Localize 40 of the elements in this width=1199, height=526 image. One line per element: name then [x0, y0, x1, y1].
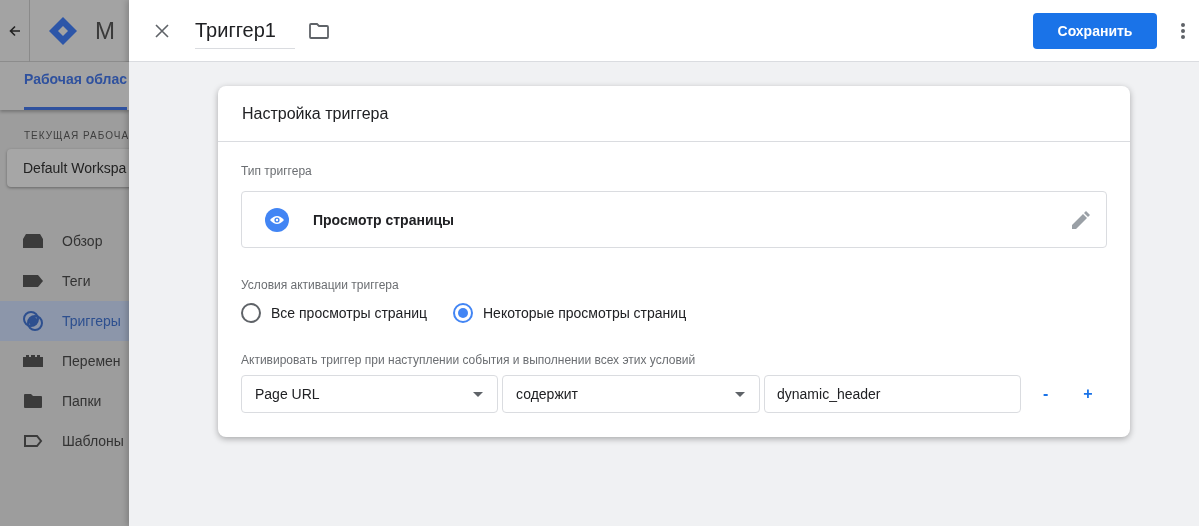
- edit-pencil-icon[interactable]: [1072, 210, 1090, 229]
- field-label: Тип триггера: [241, 164, 313, 178]
- nav-item[interactable]: Папки: [0, 381, 129, 421]
- field-label: Активировать триггер при наступлении события и выполнении всех этих условий: [241, 353, 697, 367]
- variable-icon: [23, 355, 43, 367]
- remove-condition-button[interactable]: -: [1039, 385, 1053, 403]
- nav-item[interactable]: Обзор: [0, 221, 129, 261]
- overview-icon: [23, 234, 43, 248]
- template-icon: [23, 435, 43, 447]
- tag-icon: [23, 275, 43, 287]
- workspace-selector[interactable]: Default Workspa: [7, 149, 129, 187]
- folder-icon[interactable]: [309, 22, 329, 39]
- operator-dropdown[interactable]: содержит: [502, 375, 760, 413]
- back-arrow-icon[interactable]: [8, 24, 21, 37]
- value-input-field[interactable]: dynamic_header: [764, 375, 1021, 413]
- section-label: ТЕКУЩАЯ РАБОЧА: [23, 129, 129, 141]
- radio-button[interactable]: [453, 303, 473, 323]
- add-condition-button[interactable]: +: [1079, 385, 1097, 403]
- trigger-icon: [23, 311, 43, 331]
- radio-button[interactable]: [241, 303, 261, 323]
- trigger-type-selector[interactable]: Просмотр страницы: [241, 191, 1107, 248]
- dropdown-caret-icon: [473, 391, 483, 397]
- logo-icon: [47, 14, 79, 47]
- nav-item[interactable]: Теги: [0, 261, 129, 301]
- nav-item[interactable]: Шаблоны: [0, 421, 129, 461]
- eye-icon: [265, 207, 289, 232]
- save-button[interactable]: Сохранить: [1033, 12, 1157, 49]
- nav-item[interactable]: Перемен: [0, 341, 129, 381]
- dropdown-caret-icon: [735, 391, 745, 397]
- nav-item[interactable]: Триггеры: [0, 301, 129, 341]
- more-menu-icon[interactable]: [1181, 22, 1185, 39]
- folder-icon: [23, 394, 43, 408]
- app-title: M: [95, 16, 115, 45]
- radio-label[interactable]: Все просмотры страниц: [271, 305, 427, 321]
- variable-dropdown[interactable]: Page URL: [241, 375, 498, 413]
- close-icon[interactable]: [155, 23, 169, 38]
- field-label: Условия активации триггера: [241, 278, 400, 292]
- trigger-name-field[interactable]: Триггер1: [195, 12, 295, 49]
- radio-label[interactable]: Некоторые просмотры страниц: [483, 305, 687, 321]
- card-title: Настройка триггера: [242, 104, 389, 123]
